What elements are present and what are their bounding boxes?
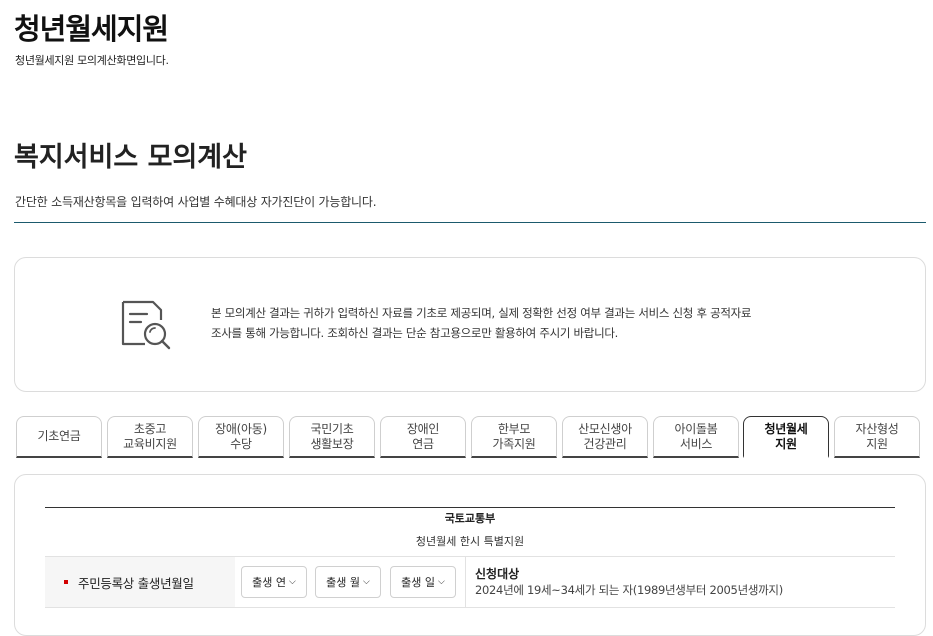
- required-mark: [64, 580, 68, 584]
- tab-school-expense[interactable]: 초중고 교육비지원: [107, 416, 193, 458]
- birth-day-value: 출생 일: [401, 576, 436, 589]
- notice-text: 본 모의계산 결과는 귀하가 입력하신 자료를 기초로 제공되며, 실제 정확한…: [211, 303, 831, 343]
- birth-day-select[interactable]: 출생 일 ⌵: [390, 566, 456, 598]
- tab-disability-pension[interactable]: 장애인 연금: [380, 416, 466, 458]
- chevron-down-icon: ⌵: [289, 577, 296, 587]
- eligibility-title: 신청대상: [475, 567, 520, 581]
- page-title: 청년월세지원: [14, 12, 169, 46]
- program-name: 청년월세 한시 특별지원: [45, 528, 895, 557]
- service-tabs: 기초연금 초중고 교육비지원 장애(아동) 수당 국민기초 생활보장 장애인 연…: [16, 416, 926, 460]
- tab-youth-rent[interactable]: 청년월세 지원: [743, 416, 829, 458]
- birth-year-value: 출생 연: [252, 576, 287, 589]
- chevron-down-icon: ⌵: [363, 577, 370, 587]
- section-title: 복지서비스 모의계산: [14, 142, 247, 173]
- program-info-table: 국토교통부 청년월세 한시 특별지원 주민등록상 출생년월일 출생 연 ⌵ 출생 …: [45, 507, 895, 608]
- birth-month-value: 출생 월: [326, 576, 361, 589]
- notice-line-1: 본 모의계산 결과는 귀하가 입력하신 자료를 기초로 제공되며, 실제 정확한…: [211, 306, 752, 320]
- tab-asset-building[interactable]: 자산형성 지원: [834, 416, 920, 458]
- tab-single-parent[interactable]: 한부모 가족지원: [471, 416, 557, 458]
- tab-basic-livelihood[interactable]: 국민기초 생활보장: [289, 416, 375, 458]
- row-divider: [465, 557, 466, 607]
- birthdate-label: 주민등록상 출생년월일: [45, 557, 235, 607]
- section-description: 간단한 소득재산항목을 입력하여 사업별 수혜대상 자가진단이 가능합니다.: [15, 195, 377, 209]
- calculator-panel: 국토교통부 청년월세 한시 특별지원 주민등록상 출생년월일 출생 연 ⌵ 출생 …: [14, 474, 926, 636]
- eligibility-description: 2024년에 19세~34세가 되는 자(1989년생부터 2005년생까지): [475, 583, 783, 597]
- birthdate-label-text: 주민등록상 출생년월일: [78, 575, 194, 591]
- tab-disability-allowance[interactable]: 장애(아동) 수당: [198, 416, 284, 458]
- chevron-down-icon: ⌵: [438, 577, 445, 587]
- page-subtitle: 청년월세지원 모의계산화면입니다.: [15, 54, 169, 67]
- eligibility-info: 신청대상 2024년에 19세~34세가 되는 자(1989년생부터 2005년…: [475, 567, 895, 599]
- tab-basic-pension[interactable]: 기초연금: [16, 416, 102, 458]
- tab-childcare-service[interactable]: 아이돌봄 서비스: [653, 416, 739, 458]
- tab-maternal-newborn[interactable]: 산모신생아 건강관리: [562, 416, 648, 458]
- birth-month-select[interactable]: 출생 월 ⌵: [315, 566, 381, 598]
- notice-line-2: 조사를 통해 가능합니다. 조회하신 결과는 단순 참고용으로만 활용하여 주시…: [211, 326, 618, 340]
- birthdate-row: 주민등록상 출생년월일 출생 연 ⌵ 출생 월 ⌵ 출생 일 ⌵ 신청대상 2024년…: [45, 557, 895, 608]
- notice-box: 본 모의계산 결과는 귀하가 입력하신 자료를 기초로 제공되며, 실제 정확한…: [14, 257, 926, 392]
- document-search-icon: [121, 300, 171, 350]
- agency-name: 국토교통부: [444, 512, 496, 525]
- section-divider: [14, 222, 926, 223]
- birth-year-select[interactable]: 출생 연 ⌵: [241, 566, 307, 598]
